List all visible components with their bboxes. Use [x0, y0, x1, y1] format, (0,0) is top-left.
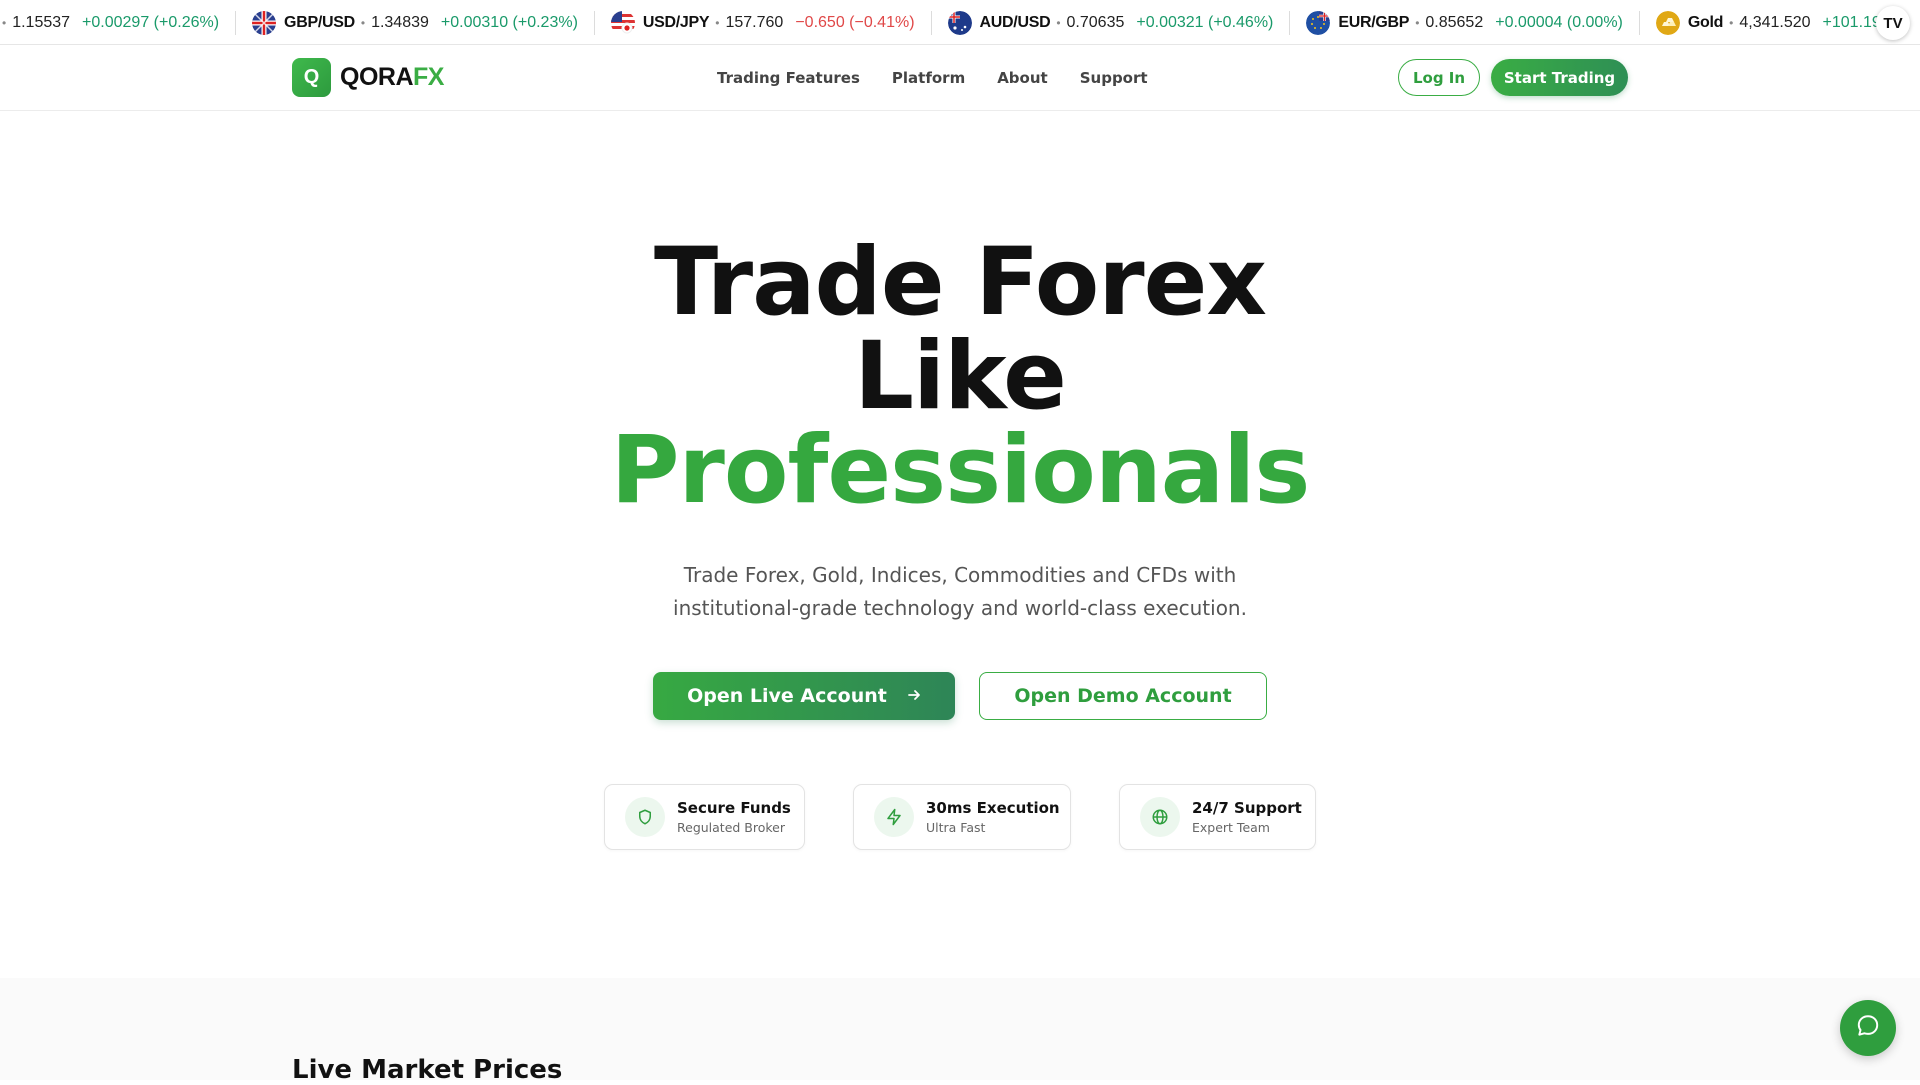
open-demo-account-button[interactable]: Open Demo Account — [979, 672, 1267, 720]
ticker-dot: • — [1729, 15, 1734, 30]
feature-subtitle: Regulated Broker — [677, 820, 786, 835]
ticker-item-partial[interactable]: • 1.15537 +0.00297 (+0.26%) — [0, 0, 235, 44]
ticker-item-eurgbp[interactable]: EUR/GBP • 0.85652 +0.00004 (0.00%) — [1290, 0, 1639, 44]
ticker-dot: • — [1056, 15, 1061, 30]
feature-subtitle: Expert Team — [1192, 820, 1270, 835]
open-live-account-button[interactable]: Open Live Account — [653, 672, 955, 720]
eu-gb-flag-icon — [1306, 10, 1331, 35]
market-section — [0, 978, 1920, 1080]
feature-execution: 30ms Execution Ultra Fast — [853, 784, 1071, 850]
ticker-change: +0.00321 (+0.46%) — [1136, 13, 1274, 31]
ticker-item-gbpusd[interactable]: GBP/USD • 1.34839 +0.00310 (+0.23%) — [236, 0, 594, 44]
ticker-price: 157.760 — [725, 13, 784, 31]
ticker-dot: • — [360, 15, 366, 30]
shield-icon — [625, 797, 665, 837]
nav-about[interactable]: About — [997, 69, 1048, 87]
ticker-price: 1.15537 — [12, 13, 71, 31]
ticker-price: 1.34839 — [371, 13, 429, 31]
login-button[interactable]: Log In — [1398, 59, 1480, 96]
hero-title: Trade Forex Like Professionals — [0, 236, 1920, 518]
ticker-dot: • — [1415, 15, 1420, 30]
gold-icon — [1655, 10, 1680, 35]
logo-text-main: QORA — [340, 63, 414, 91]
ticker-change: +0.00310 (+0.23%) — [440, 13, 578, 31]
chat-bubble-icon — [1855, 1013, 1881, 1043]
nav-support[interactable]: Support — [1080, 69, 1148, 87]
feature-title: Secure Funds — [677, 799, 791, 817]
nav-trading-features[interactable]: Trading Features — [717, 69, 860, 87]
brand-logo[interactable]: Q QORAFX — [292, 58, 444, 97]
site-header: Q QORAFX Trading Features Platform About… — [0, 45, 1920, 111]
arrow-right-icon — [907, 687, 921, 706]
start-trading-button[interactable]: Start Trading — [1491, 59, 1628, 96]
ticker-dot: • — [2, 15, 7, 30]
logo-text-accent: FX — [413, 63, 444, 91]
ticker-price: 0.85652 — [1425, 13, 1484, 31]
hero-title-line-3: Professionals — [610, 416, 1311, 525]
price-ticker: • 1.15537 +0.00297 (+0.26%) GBP/USD • 1.… — [0, 0, 1920, 45]
ticker-change: +0.00004 (0.00%) — [1495, 13, 1623, 31]
ticker-item-audusd[interactable]: AUD/USD • 0.70635 +0.00321 (+0.46%) — [932, 0, 1290, 44]
ticker-change: +0.00297 (+0.26%) — [82, 13, 220, 31]
ticker-symbol: GBP/USD — [284, 13, 355, 31]
main-nav: Trading Features Platform About Support — [717, 45, 1180, 111]
feature-support: 24/7 Support Expert Team — [1119, 784, 1316, 850]
open-live-account-label: Open Live Account — [687, 685, 887, 707]
us-jp-flag-icon — [610, 10, 635, 35]
feature-title: 24/7 Support — [1192, 799, 1302, 817]
lightning-icon — [874, 797, 914, 837]
ticker-item-usdjpy[interactable]: USD/JPY • 157.760 −0.650 (−0.41%) — [595, 0, 931, 44]
gb-us-flag-icon — [252, 10, 277, 35]
market-section-title: Live Market Prices — [292, 1055, 563, 1085]
ticker-price: 0.70635 — [1066, 13, 1125, 31]
chat-button[interactable] — [1840, 1000, 1896, 1056]
ticker-dot: • — [715, 15, 720, 30]
feature-secure-funds: Secure Funds Regulated Broker — [604, 784, 805, 850]
ticker-symbol: AUD/USD — [979, 13, 1051, 31]
hero-title-line-2: Like — [854, 322, 1067, 431]
nav-platform[interactable]: Platform — [892, 69, 965, 87]
ticker-symbol: USD/JPY — [642, 13, 710, 31]
tradingview-logo-icon[interactable]: TV — [1876, 6, 1910, 40]
ticker-track: • 1.15537 +0.00297 (+0.26%) GBP/USD • 1.… — [0, 0, 1920, 44]
ticker-symbol: Gold — [1687, 13, 1724, 31]
logo-badge-icon: Q — [292, 58, 331, 97]
feature-subtitle: Ultra Fast — [926, 820, 986, 835]
ticker-change: −0.650 (−0.41%) — [795, 13, 915, 31]
au-us-flag-icon — [947, 10, 972, 35]
ticker-symbol: EUR/GBP — [1338, 13, 1410, 31]
globe-icon — [1140, 797, 1180, 837]
hero-title-line-1: Trade Forex — [653, 228, 1267, 337]
feature-title: 30ms Execution — [926, 799, 1060, 817]
logo-text: QORAFX — [340, 63, 444, 92]
hero-subtitle: Trade Forex, Gold, Indices, Commodities … — [673, 563, 1247, 620]
ticker-price: 4,341.520 — [1739, 13, 1811, 31]
